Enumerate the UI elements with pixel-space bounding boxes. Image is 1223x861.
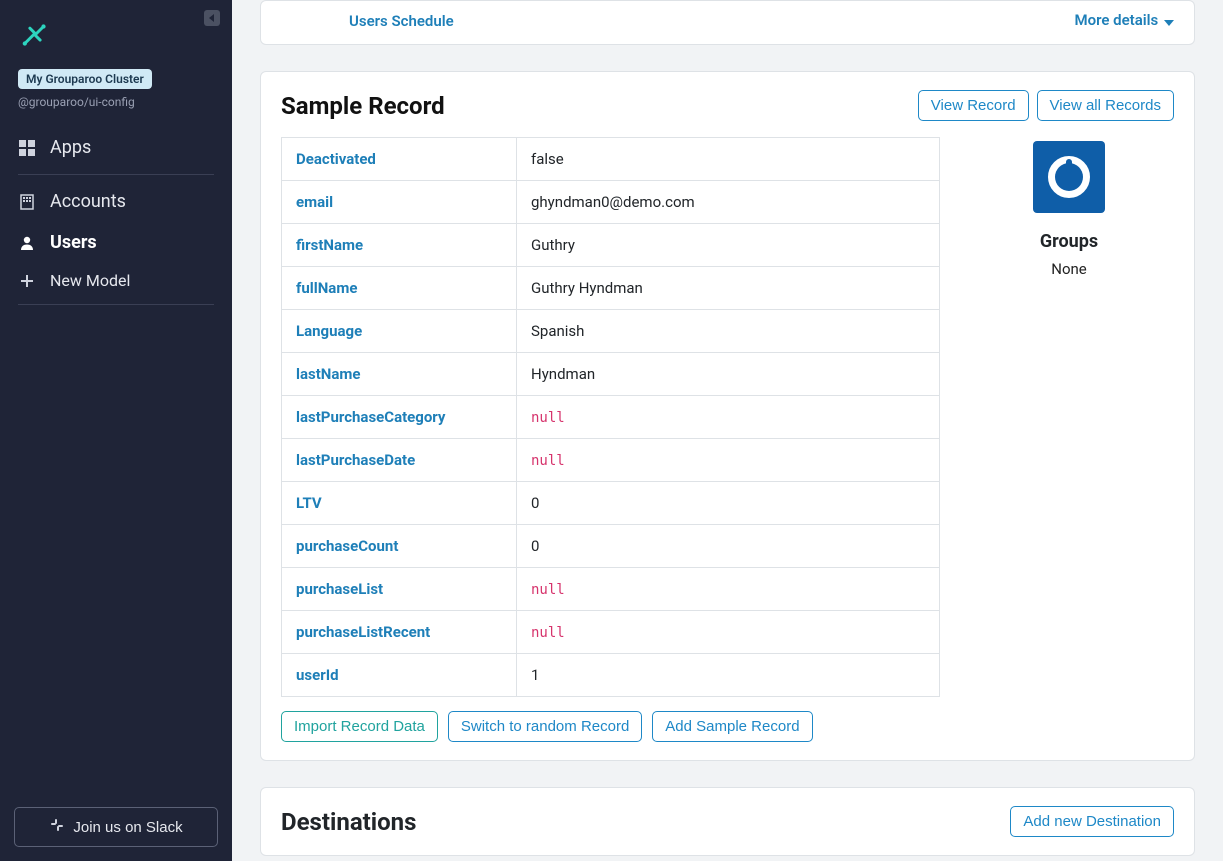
table-row: LTV0 xyxy=(282,482,940,525)
sample-record-card: Sample Record View Record View all Recor… xyxy=(260,71,1195,761)
property-value: Hyndman xyxy=(517,353,940,396)
sidebar: My Grouparoo Cluster @grouparoo/ui-confi… xyxy=(0,0,232,861)
table-row: purchaseList null xyxy=(282,568,940,611)
caret-left-icon xyxy=(208,14,216,22)
table-row: fullNameGuthry Hyndman xyxy=(282,267,940,310)
cluster-subtitle: @grouparoo/ui-config xyxy=(18,95,214,109)
table-row: lastNameHyndman xyxy=(282,353,940,396)
sample-record-title: Sample Record xyxy=(281,92,445,120)
table-row: purchaseCount0 xyxy=(282,525,940,568)
slack-icon xyxy=(49,817,65,837)
property-key-link[interactable]: lastName xyxy=(282,353,517,396)
sidebar-item-label: Accounts xyxy=(50,191,126,212)
property-key-link[interactable]: fullName xyxy=(282,267,517,310)
plus-icon xyxy=(18,274,36,288)
property-key-link[interactable]: firstName xyxy=(282,224,517,267)
table-row: userId1 xyxy=(282,654,940,697)
table-row: emailghyndman0@demo.com xyxy=(282,181,940,224)
table-row: firstNameGuthry xyxy=(282,224,940,267)
property-key-link[interactable]: Language xyxy=(282,310,517,353)
property-key-link[interactable]: Deactivated xyxy=(282,138,517,181)
sidebar-collapse-button[interactable] xyxy=(204,10,220,26)
sidebar-item-accounts[interactable]: Accounts xyxy=(0,181,232,222)
destinations-card: Destinations Add new Destination xyxy=(260,787,1195,856)
record-avatar xyxy=(1033,141,1105,213)
groups-heading: Groups xyxy=(964,231,1174,252)
property-value: Guthry xyxy=(517,224,940,267)
import-record-data-button[interactable]: Import Record Data xyxy=(281,711,438,742)
property-key-link[interactable]: userId xyxy=(282,654,517,697)
property-key-link[interactable]: LTV xyxy=(282,482,517,525)
sources-card-fragment: Users Schedule More details xyxy=(260,0,1195,45)
switch-random-record-button[interactable]: Switch to random Record xyxy=(448,711,642,742)
property-value: null xyxy=(517,568,940,611)
add-sample-record-button[interactable]: Add Sample Record xyxy=(652,711,812,742)
sidebar-item-label: Users xyxy=(50,232,97,253)
nav-divider xyxy=(18,174,214,175)
property-value: 0 xyxy=(517,482,940,525)
null-value: null xyxy=(531,582,565,598)
property-value: null xyxy=(517,439,940,482)
null-value: null xyxy=(531,453,565,469)
property-value: null xyxy=(517,396,940,439)
view-all-records-button[interactable]: View all Records xyxy=(1037,90,1174,121)
property-key-link[interactable]: lastPurchaseDate xyxy=(282,439,517,482)
more-details-link[interactable]: More details xyxy=(1074,11,1174,30)
properties-table: Deactivatedfalseemailghyndman0@demo.comf… xyxy=(281,137,940,697)
cluster-badge: My Grouparoo Cluster xyxy=(18,69,152,89)
building-icon xyxy=(18,194,36,210)
table-row: lastPurchaseCategory null xyxy=(282,396,940,439)
sidebar-item-label: Apps xyxy=(50,137,91,158)
property-key-link[interactable]: purchaseListRecent xyxy=(282,611,517,654)
property-key-link[interactable]: purchaseList xyxy=(282,568,517,611)
sidebar-item-new-model[interactable]: New Model xyxy=(0,263,232,298)
property-key-link[interactable]: lastPurchaseCategory xyxy=(282,396,517,439)
property-value: Spanish xyxy=(517,310,940,353)
sidebar-item-apps[interactable]: Apps xyxy=(0,127,232,168)
property-value: Guthry Hyndman xyxy=(517,267,940,310)
caret-down-icon xyxy=(1164,12,1174,30)
grid-icon xyxy=(18,140,36,156)
join-slack-button[interactable]: Join us on Slack xyxy=(14,807,218,847)
property-value: 1 xyxy=(517,654,940,697)
destinations-title: Destinations xyxy=(281,808,416,836)
property-value: false xyxy=(517,138,940,181)
main-content: Users Schedule More details Sample Recor… xyxy=(232,0,1223,861)
view-record-button[interactable]: View Record xyxy=(918,90,1029,121)
property-value: null xyxy=(517,611,940,654)
add-destination-button[interactable]: Add new Destination xyxy=(1010,806,1174,837)
grouparoo-logo-icon xyxy=(18,18,52,52)
gravatar-icon xyxy=(1045,153,1093,201)
property-value: ghyndman0@demo.com xyxy=(517,181,940,224)
property-value: 0 xyxy=(517,525,940,568)
sidebar-item-label: New Model xyxy=(50,271,130,290)
more-details-label: More details xyxy=(1074,11,1158,29)
property-key-link[interactable]: purchaseCount xyxy=(282,525,517,568)
null-value: null xyxy=(531,625,565,641)
property-key-link[interactable]: email xyxy=(282,181,517,224)
groups-none-text: None xyxy=(964,260,1174,278)
table-row: purchaseListRecent null xyxy=(282,611,940,654)
table-row: LanguageSpanish xyxy=(282,310,940,353)
users-schedule-link[interactable]: Users Schedule xyxy=(349,12,454,30)
null-value: null xyxy=(531,410,565,426)
table-row: lastPurchaseDate null xyxy=(282,439,940,482)
table-row: Deactivatedfalse xyxy=(282,138,940,181)
nav-divider xyxy=(18,304,214,305)
logo xyxy=(18,18,214,56)
slack-button-label: Join us on Slack xyxy=(73,819,182,836)
user-icon xyxy=(18,235,36,251)
sidebar-item-users[interactable]: Users xyxy=(0,222,232,263)
